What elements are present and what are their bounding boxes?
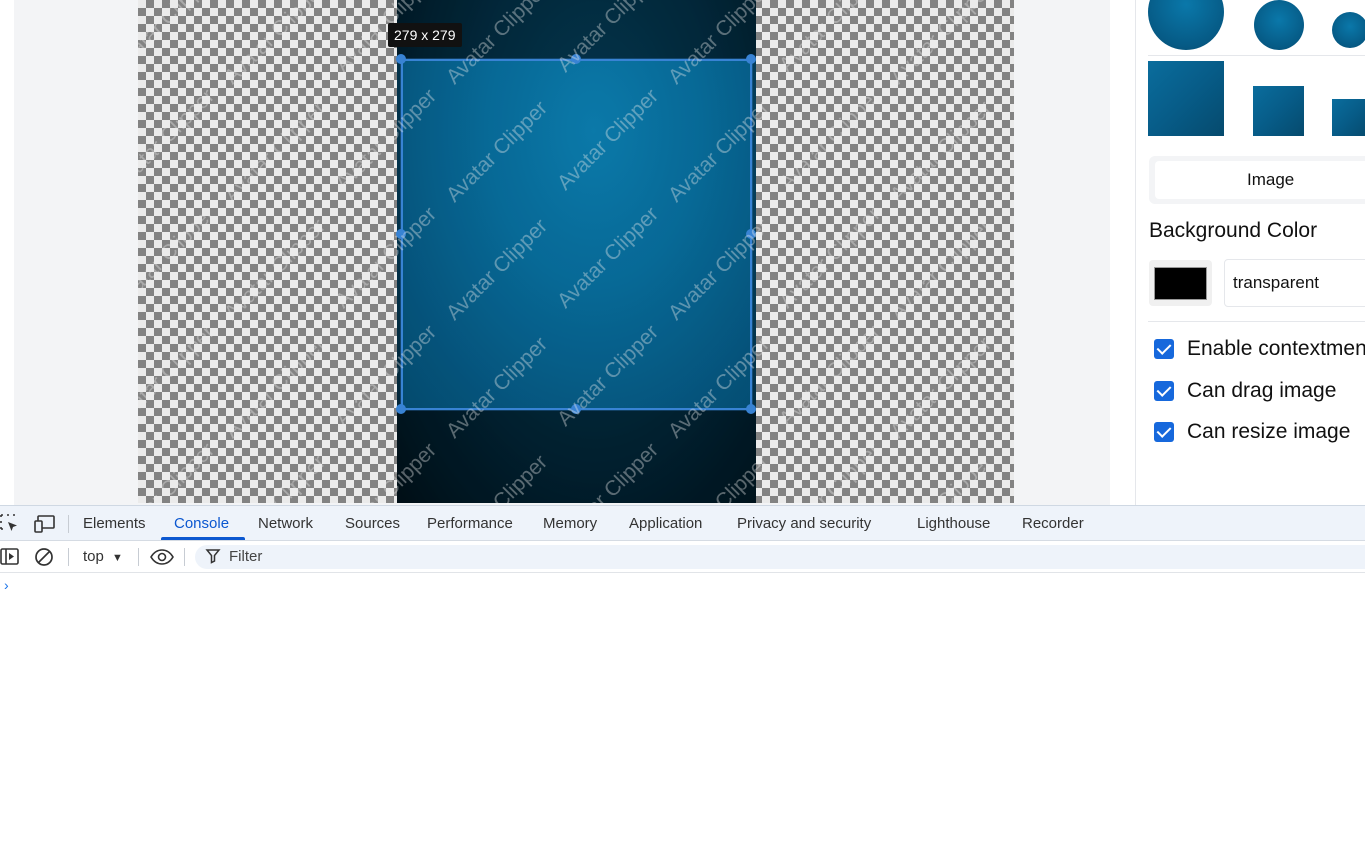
crop-mask-bottom	[397, 410, 756, 503]
tab-privacy-and-security[interactable]: Privacy and security	[737, 506, 871, 541]
editor-canvas[interactable]: Avatar ClipperAvatar ClipperAvatar Clipp…	[138, 0, 1014, 503]
crop-handle-top-left[interactable]	[396, 54, 406, 64]
tab-performance[interactable]: Performance	[427, 506, 513, 541]
toolbar-separator	[68, 515, 69, 533]
watermark-text: Avatar Clipper	[885, 332, 997, 443]
sidebar-toggle-icon[interactable]	[0, 547, 20, 567]
crop-handle-middle-left[interactable]	[396, 229, 406, 239]
image-button[interactable]: Image	[1155, 161, 1365, 199]
watermark-text: Avatar Clipper	[774, 438, 886, 503]
checkbox-checked-icon[interactable]	[1154, 381, 1174, 401]
preview-divider	[1148, 55, 1365, 56]
watermark-text: Avatar Clipper	[220, 451, 331, 503]
background-color-input[interactable]: transparent	[1224, 259, 1365, 307]
watermark-text: Avatar Clipper	[886, 451, 997, 503]
device-toolbar-icon[interactable]	[34, 514, 55, 534]
watermark-text: Avatar Clipper	[138, 0, 219, 77]
editor-workspace: Avatar ClipperAvatar ClipperAvatar Clipp…	[14, 0, 1110, 505]
tab-recorder[interactable]: Recorder	[1022, 506, 1084, 541]
toolbar-separator	[138, 548, 139, 566]
context-selector-value: top	[83, 548, 104, 565]
dropdown-arrow-icon: ▼	[112, 552, 123, 564]
preview-circle-large	[1148, 0, 1224, 50]
filter-funnel-icon	[205, 548, 221, 564]
watermark-text: Avatar Clipper	[219, 0, 331, 89]
watermark-text: Avatar Clipper	[138, 202, 220, 313]
inspect-element-icon[interactable]	[0, 514, 20, 534]
tab-console[interactable]: Console	[174, 506, 229, 541]
watermark-text: Avatar Clipper	[138, 320, 220, 431]
preview-square-large	[1148, 61, 1224, 136]
crop-handle-top-center[interactable]	[571, 54, 581, 64]
color-swatch	[1154, 267, 1207, 300]
clear-console-icon[interactable]	[34, 547, 54, 567]
toolbar-separator	[184, 548, 185, 566]
option-label: Enable contextmen	[1187, 337, 1365, 360]
tab-lighthouse[interactable]: Lighthouse	[917, 506, 990, 541]
tab-network[interactable]: Network	[258, 506, 313, 541]
console-toolbar: top ▼ Filter	[0, 541, 1365, 573]
crop-box[interactable]	[401, 59, 752, 410]
watermark-text: Avatar Clipper	[774, 320, 886, 431]
page-left-margin	[0, 0, 14, 505]
watermark-text: Avatar Clipper	[885, 0, 997, 89]
tab-elements[interactable]: Elements	[83, 506, 146, 541]
tab-memory[interactable]: Memory	[543, 506, 597, 541]
web-page: Avatar ClipperAvatar ClipperAvatar Clipp…	[0, 0, 1365, 505]
watermark-text: Avatar Clipper	[774, 202, 886, 313]
watermark-text: Avatar Clipper	[219, 332, 331, 443]
active-tab-indicator	[161, 537, 245, 540]
crop-handle-middle-right[interactable]	[746, 229, 756, 239]
watermark-text: Avatar Clipper	[219, 96, 331, 207]
background-color-title: Background Color	[1149, 219, 1318, 242]
crop-size-label: 279 x 279	[388, 23, 462, 47]
watermark-text: Avatar Clipper	[138, 84, 220, 195]
image-button-group: Image	[1149, 156, 1365, 204]
preview-square-medium	[1253, 86, 1304, 136]
options-divider	[1148, 321, 1365, 322]
watermark-text: Avatar Clipper	[219, 214, 331, 325]
option-label: Can drag image	[1187, 379, 1337, 402]
preview-circle-medium	[1254, 0, 1304, 50]
settings-panel: Image Background Color transparent Enabl…	[1135, 0, 1365, 505]
crop-handle-bottom-center[interactable]	[571, 404, 581, 414]
toolbar-separator	[68, 548, 69, 566]
devtools-panel: Elements Console Network Sources Perform…	[0, 505, 1365, 846]
watermark-text: Avatar Clipper	[885, 96, 997, 207]
preview-circle-small	[1332, 12, 1365, 48]
tab-application[interactable]: Application	[629, 506, 702, 541]
watermark-text: Avatar Clipper	[138, 438, 220, 503]
console-filter-input[interactable]: Filter	[195, 545, 1365, 569]
tab-sources[interactable]: Sources	[345, 506, 400, 541]
option-label: Can resize image	[1187, 420, 1351, 443]
preview-square-small	[1332, 99, 1365, 136]
live-expression-eye-icon[interactable]	[150, 547, 174, 567]
crop-handle-bottom-right[interactable]	[746, 404, 756, 414]
watermark-text: Avatar Clipper	[774, 84, 886, 195]
watermark-text: Avatar Clipper	[774, 0, 886, 77]
crop-handle-top-right[interactable]	[746, 54, 756, 64]
crop-handle-bottom-left[interactable]	[396, 404, 406, 414]
watermark-text: Avatar Clipper	[885, 214, 997, 325]
context-selector[interactable]: top ▼	[83, 541, 123, 574]
checkbox-checked-icon[interactable]	[1154, 422, 1174, 442]
devtools-tabbar: Elements Console Network Sources Perform…	[0, 505, 1365, 541]
checkbox-checked-icon[interactable]	[1154, 339, 1174, 359]
console-prompt[interactable]: ›	[4, 577, 9, 593]
filter-placeholder: Filter	[229, 548, 263, 565]
color-picker[interactable]	[1149, 260, 1212, 306]
